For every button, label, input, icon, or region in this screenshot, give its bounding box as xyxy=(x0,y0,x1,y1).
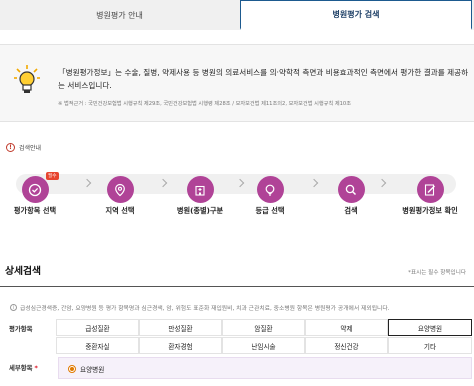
step-label: 지역 선택 xyxy=(105,206,135,215)
location-pin-icon xyxy=(106,176,134,203)
eval-item-nursing-hospital[interactable]: 요양병원 xyxy=(388,319,472,336)
document-edit-icon xyxy=(416,176,444,203)
eval-item-grid: 급성질환 만성질환 암질환 약제 요양병원 중환자실 환자경험 난임시술 정신건… xyxy=(56,319,474,355)
step-label: 병원(종별)구분 xyxy=(176,206,224,215)
info-icon: ! xyxy=(6,143,15,152)
sub-item-label: 세부항목 * xyxy=(9,363,38,372)
eval-item-icu[interactable]: 중환자실 xyxy=(56,337,139,354)
step-label: 병원평가정보 확인 xyxy=(402,206,458,215)
eval-item-drug[interactable]: 약제 xyxy=(305,319,388,336)
required-badge: 필수 xyxy=(46,172,59,180)
eval-item-cancer[interactable]: 암질환 xyxy=(222,319,305,336)
search-guide-label: 검색안내 xyxy=(19,145,42,152)
required-note: *표시는 필수 항목입니다 xyxy=(408,270,466,276)
required-mark: * xyxy=(34,364,38,372)
intro-box: 「병원평가정보」는 수술, 질병, 약제사용 등 병원의 의료서비스를 의·약학… xyxy=(0,44,474,122)
lightbulb-icon xyxy=(256,176,284,203)
tab-hospital-eval-search[interactable]: 병원평가 검색 xyxy=(240,0,472,30)
sub-item-panel: 요양병원 xyxy=(58,357,472,379)
step-region: 지역 선택 xyxy=(85,163,155,223)
info-icon: i xyxy=(10,304,17,311)
radio-selected-icon[interactable] xyxy=(68,365,76,373)
sub-item-label-text: 세부항목 xyxy=(9,364,33,372)
sub-item-option[interactable]: 요양병원 xyxy=(68,364,104,374)
eval-item-patient-experience[interactable]: 환자경험 xyxy=(139,337,222,354)
sub-item-option-label: 요양병원 xyxy=(80,366,105,374)
step-grade: 등급 선택 xyxy=(235,163,305,223)
step-label: 평가항목 선택 xyxy=(13,206,57,215)
step-eval-item: 필수 평가항목 선택 xyxy=(0,163,70,223)
intro-description: 「병원평가정보」는 수술, 질병, 약제사용 등 병원의 의료서비스를 의·약학… xyxy=(58,68,469,90)
eval-item-label-text: 평가항목 xyxy=(9,325,33,333)
detail-search-panel: i 급성심근경색증, 간암, 요양병원 등 평가 항목명과 심근경색, 암, 위… xyxy=(0,286,474,386)
eval-item-etc[interactable]: 기타 xyxy=(388,337,472,354)
eval-item-label: 평가항목 xyxy=(9,324,33,333)
lightbulb-icon xyxy=(14,65,40,103)
eval-item-acute[interactable]: 급성질환 xyxy=(56,319,139,336)
hospital-building-icon xyxy=(186,176,214,203)
eval-item-chronic[interactable]: 만성질환 xyxy=(139,319,222,336)
check-circle-icon: 필수 xyxy=(21,172,59,203)
tab-bar: 병원평가 안내 병원평가 검색 xyxy=(0,0,474,30)
tab-hospital-eval-guide[interactable]: 병원평가 안내 xyxy=(0,0,239,30)
eval-item-infertility[interactable]: 난임시술 xyxy=(222,337,305,354)
notice-text: i 급성심근경색증, 간암, 요양병원 등 평가 항목명과 심근경색, 암, 위… xyxy=(10,303,390,312)
step-eval-result: 병원평가정보 확인 xyxy=(391,163,469,223)
step-search: 검색 xyxy=(316,163,386,223)
step-label: 검색 xyxy=(344,206,358,215)
detail-search-title: 상세검색 xyxy=(5,266,42,277)
search-icon xyxy=(337,176,365,203)
search-guide-title: ! 검색안내 xyxy=(6,143,41,152)
legal-basis-text: ※ 법적근거 : 국민건강보험법 시행규칙 제29조, 국민건강보험법 시행령 … xyxy=(58,101,352,107)
notice-label: 급성심근경색증, 간암, 요양병원 등 평가 항목명과 심근경색, 암, 위험도… xyxy=(20,306,390,312)
eval-item-mental-health[interactable]: 정신건강 xyxy=(305,337,388,354)
step-label: 등급 선택 xyxy=(255,206,285,215)
step-hospital-type: 병원(종별)구분 xyxy=(165,163,235,223)
search-guide: ! 검색안내 필수 평가항목 선택 지역 선택 병원(종별)구분 등급 선택 검… xyxy=(0,134,474,228)
